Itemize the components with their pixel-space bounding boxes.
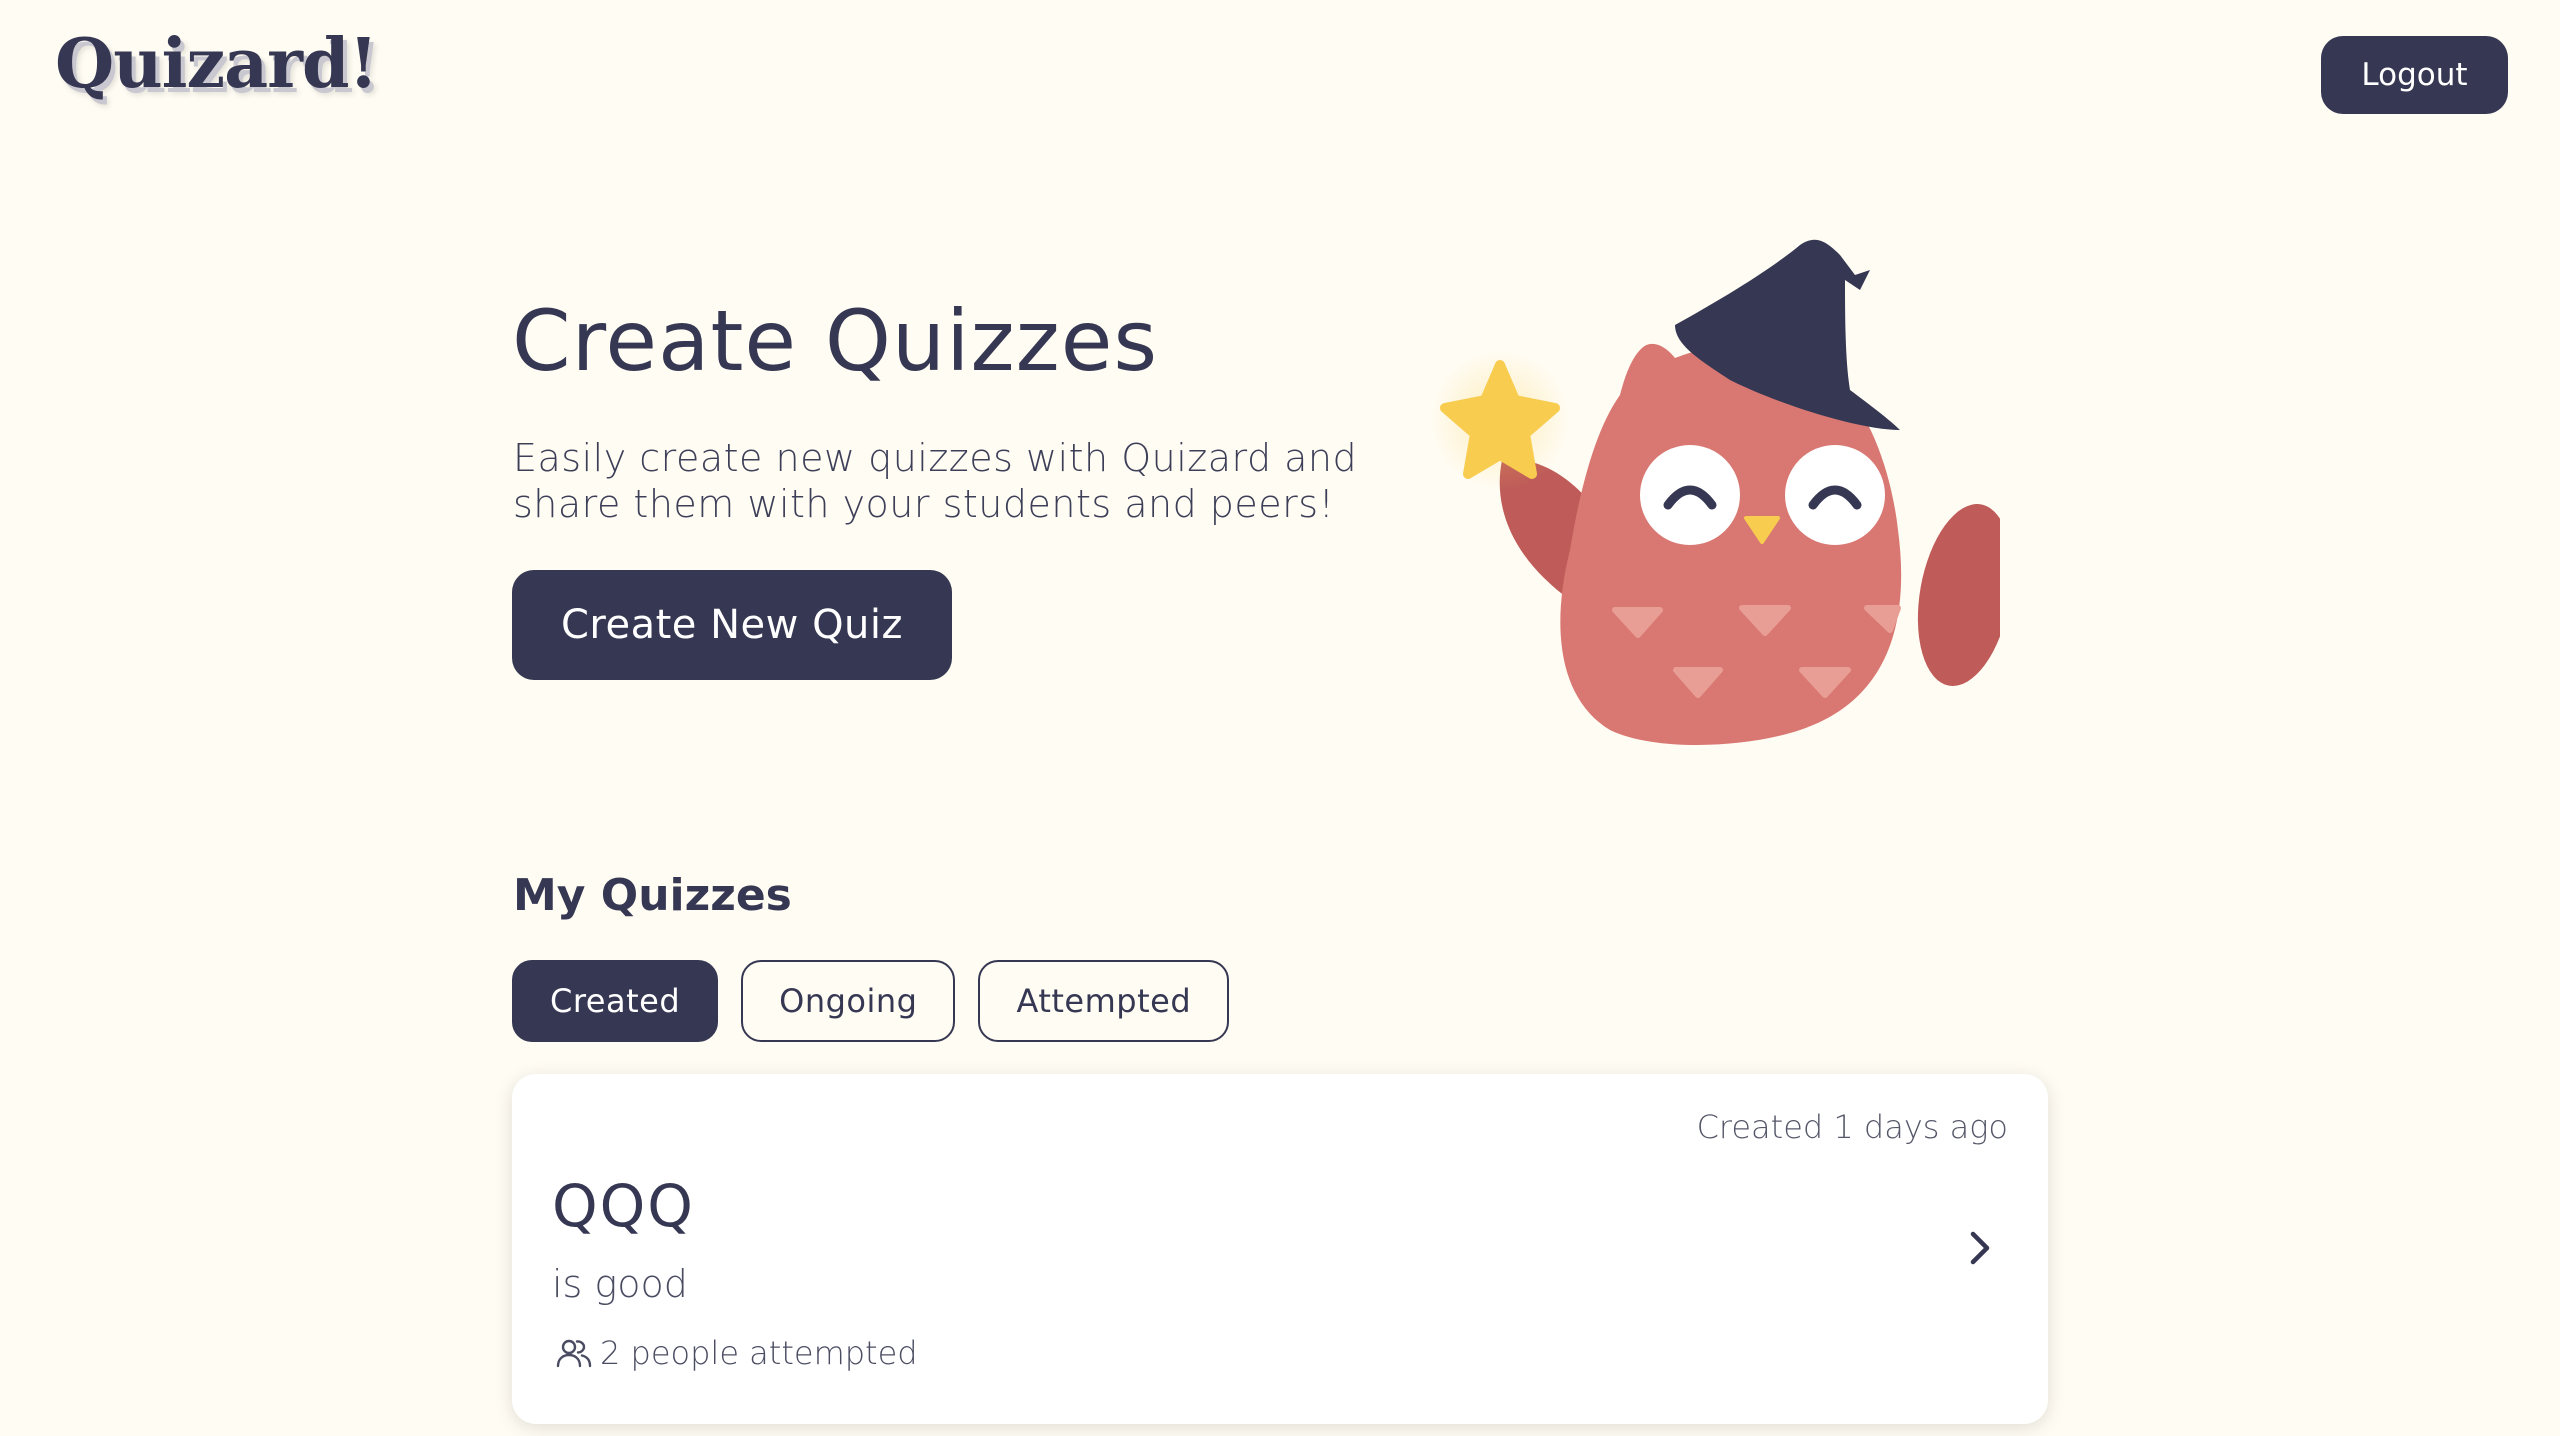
quiz-attempts-label: 2 people attempted — [600, 1334, 918, 1372]
quiz-tabs: Created Ongoing Attempted — [512, 960, 1230, 1042]
app-logo[interactable]: Quizard! — [55, 24, 378, 104]
my-quizzes-heading: My Quizzes — [513, 870, 792, 921]
tab-ongoing[interactable]: Ongoing — [741, 960, 956, 1042]
chevron-right-icon[interactable] — [1962, 1228, 1998, 1268]
quiz-title: QQQ — [552, 1172, 695, 1240]
hero-subtitle: Easily create new quizzes with Quizard a… — [513, 436, 1358, 526]
create-new-quiz-button[interactable]: Create New Quiz — [512, 570, 952, 680]
people-icon — [556, 1339, 592, 1368]
quiz-created-date: Created 1 days ago — [1696, 1108, 2008, 1146]
quiz-description: is good — [552, 1262, 688, 1306]
tab-attempted[interactable]: Attempted — [978, 960, 1230, 1042]
logout-button[interactable]: Logout — [2321, 36, 2508, 114]
tab-created[interactable]: Created — [512, 960, 719, 1042]
hero-title: Create Quizzes — [512, 292, 1159, 390]
quiz-card[interactable]: Created 1 days ago QQQ is good 2 people … — [512, 1074, 2048, 1424]
wizard-owl-illustration — [1430, 239, 2000, 745]
quiz-attempts: 2 people attempted — [556, 1334, 918, 1372]
